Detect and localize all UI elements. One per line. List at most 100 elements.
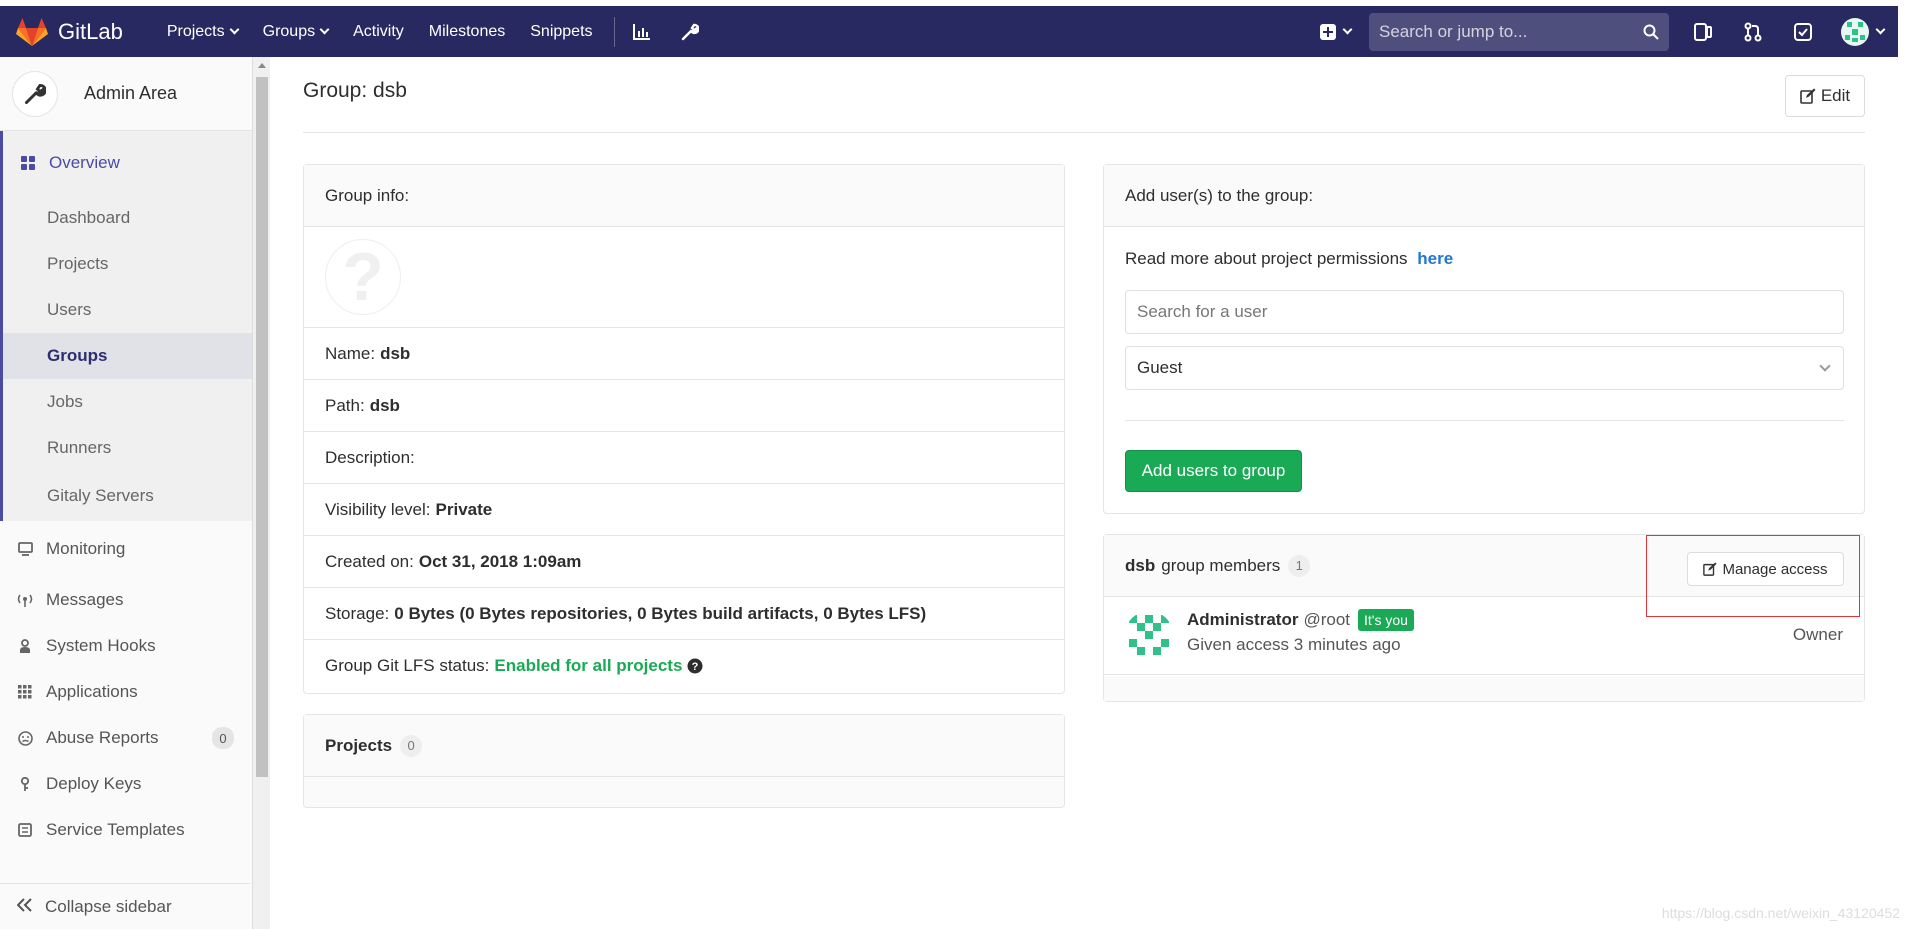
chart-icon[interactable] (631, 21, 653, 43)
visibility-label: Visibility level: (325, 499, 431, 519)
chevron-down-icon (1875, 24, 1886, 35)
sidebar-item-groups[interactable]: Groups (3, 333, 254, 379)
sidebar-item-applications[interactable]: Applications (0, 669, 254, 715)
sidebar-item-label: Groups (47, 346, 108, 365)
description-label: Description: (325, 447, 415, 467)
search-input[interactable]: Search or jump to... (1369, 12, 1669, 51)
add-users-button-label: Add users to group (1141, 461, 1286, 480)
group-avatar-row: ? (304, 227, 1064, 328)
group-info-heading-text: Group info: (325, 185, 410, 205)
user-menu[interactable] (1841, 17, 1886, 46)
sidebar-item-label: Runners (47, 438, 112, 457)
search-icon (1643, 24, 1659, 40)
group-info-heading: Group info: (304, 165, 1064, 227)
sidebar-overview-group: Overview Dashboard Projects Users Groups… (0, 131, 254, 521)
sidebar-item-dashboard[interactable]: Dashboard (3, 195, 254, 241)
new-dropdown[interactable] (1320, 23, 1353, 40)
access-level-select[interactable]: Guest (1125, 346, 1844, 390)
sidebar-item-runners[interactable]: Runners (3, 425, 254, 471)
sidebar-item-abuse-reports[interactable]: Abuse Reports 0 (0, 715, 254, 761)
group-description-row: Description: (304, 432, 1064, 484)
members-heading-text: group members (1161, 555, 1281, 575)
lfs-value: Enabled for all projects (494, 656, 683, 675)
user-search-placeholder: Search for a user (1137, 302, 1268, 321)
sidebar-item-label: Service Templates (46, 820, 185, 839)
access-level-value: Guest (1137, 358, 1183, 377)
storage-label: Storage: (325, 603, 390, 623)
members-count: 1 (1288, 554, 1311, 577)
sidebar-header[interactable]: Admin Area (0, 57, 254, 131)
scroll-up-arrow-icon[interactable] (258, 63, 266, 68)
merge-request-icon[interactable] (1741, 20, 1765, 44)
page-title: Group: dsb (303, 79, 407, 102)
user-search-field[interactable]: Search for a user (1125, 290, 1844, 334)
sidebar-item-service-templates[interactable]: Service Templates (0, 807, 254, 853)
add-users-button[interactable]: Add users to group (1125, 450, 1302, 492)
scrollbar-thumb[interactable] (256, 77, 268, 777)
chevron-down-icon (1819, 360, 1831, 372)
its-you-badge: It's you (1358, 609, 1414, 631)
member-info: Administrator @root It's you Given acces… (1187, 609, 1414, 655)
brand-link[interactable]: GitLab (16, 17, 123, 47)
nav-snippets[interactable]: Snippets (530, 23, 592, 41)
sidebar-item-monitoring[interactable]: Monitoring (0, 521, 254, 577)
nav-activity[interactable]: Activity (353, 23, 404, 41)
plus-icon (1320, 23, 1336, 40)
sidebar-item-users[interactable]: Users (3, 287, 254, 333)
sidebar-item-system-hooks[interactable]: System Hooks (0, 623, 254, 669)
sidebar-item-jobs[interactable]: Jobs (3, 379, 254, 425)
question-circle-icon[interactable]: ? (687, 658, 703, 674)
sidebar-item-overview[interactable]: Overview (3, 131, 254, 195)
member-avatar (1125, 611, 1173, 659)
collapse-sidebar-button[interactable]: Collapse sidebar (0, 883, 250, 929)
todo-sidebar-icon[interactable] (1691, 20, 1715, 44)
sidebar-item-label: Gitaly Servers (47, 486, 154, 505)
monitor-icon (17, 541, 33, 557)
add-users-heading: Add user(s) to the group: (1104, 165, 1864, 227)
sidebar-item-messages[interactable]: Messages (0, 577, 254, 623)
member-username: @root (1303, 610, 1351, 629)
sidebar-item-label: Jobs (47, 392, 83, 411)
member-name[interactable]: Administrator (1187, 610, 1298, 630)
nav-groups[interactable]: Groups (262, 22, 330, 41)
nav-projects[interactable]: Projects (167, 23, 240, 41)
grid-icon (20, 155, 36, 171)
smiley-icon (17, 730, 33, 746)
permissions-text: Read more about project permissions here (1125, 249, 1453, 269)
edit-button[interactable]: Edit (1785, 75, 1865, 117)
form-divider (1125, 420, 1844, 421)
sidebar-item-label: Messages (46, 590, 124, 609)
nav-milestones[interactable]: Milestones (429, 23, 505, 41)
lfs-label: Group Git LFS status: (325, 656, 490, 675)
wrench-icon[interactable] (679, 21, 701, 43)
sidebar: Admin Area Overview Dashboard Projects U… (0, 57, 255, 929)
group-visibility-row: Visibility level: Private (304, 484, 1064, 536)
nav-milestones-label: Milestones (428, 22, 506, 40)
name-label: Name: (325, 343, 376, 363)
grid-icon (17, 684, 33, 700)
sidebar-item-label: Deploy Keys (46, 774, 142, 793)
permissions-here-link[interactable]: here (1417, 249, 1453, 268)
divider (303, 132, 1865, 133)
nav-groups-label: Groups (262, 22, 316, 40)
member-role: Owner (1792, 625, 1843, 644)
sidebar-item-label: Dashboard (47, 208, 131, 227)
sidebar-item-label: Monitoring (46, 539, 126, 558)
group-avatar-placeholder-icon: ? (325, 239, 401, 315)
gitlab-logo-icon (16, 17, 48, 46)
chevron-down-icon (319, 24, 330, 35)
sidebar-item-projects[interactable]: Projects (3, 241, 254, 287)
sidebar-item-deploy-keys[interactable]: Deploy Keys (0, 761, 254, 807)
path-label: Path: (325, 395, 365, 415)
sidebar-item-gitaly-servers[interactable]: Gitaly Servers (3, 471, 254, 521)
sidebar-title: Admin Area (84, 83, 178, 103)
nav-right: Search or jump to... (1320, 6, 1898, 57)
sidebar-item-label: System Hooks (46, 636, 156, 655)
created-label: Created on: (325, 551, 414, 571)
abuse-reports-count: 0 (212, 727, 234, 749)
group-path-row: Path: dsb (304, 380, 1064, 432)
sidebar-item-label: Users (47, 300, 92, 319)
todo-check-icon[interactable] (1791, 20, 1815, 44)
sidebar-item-label: Projects (47, 254, 109, 273)
sidebar-scrollbar[interactable] (252, 57, 270, 929)
